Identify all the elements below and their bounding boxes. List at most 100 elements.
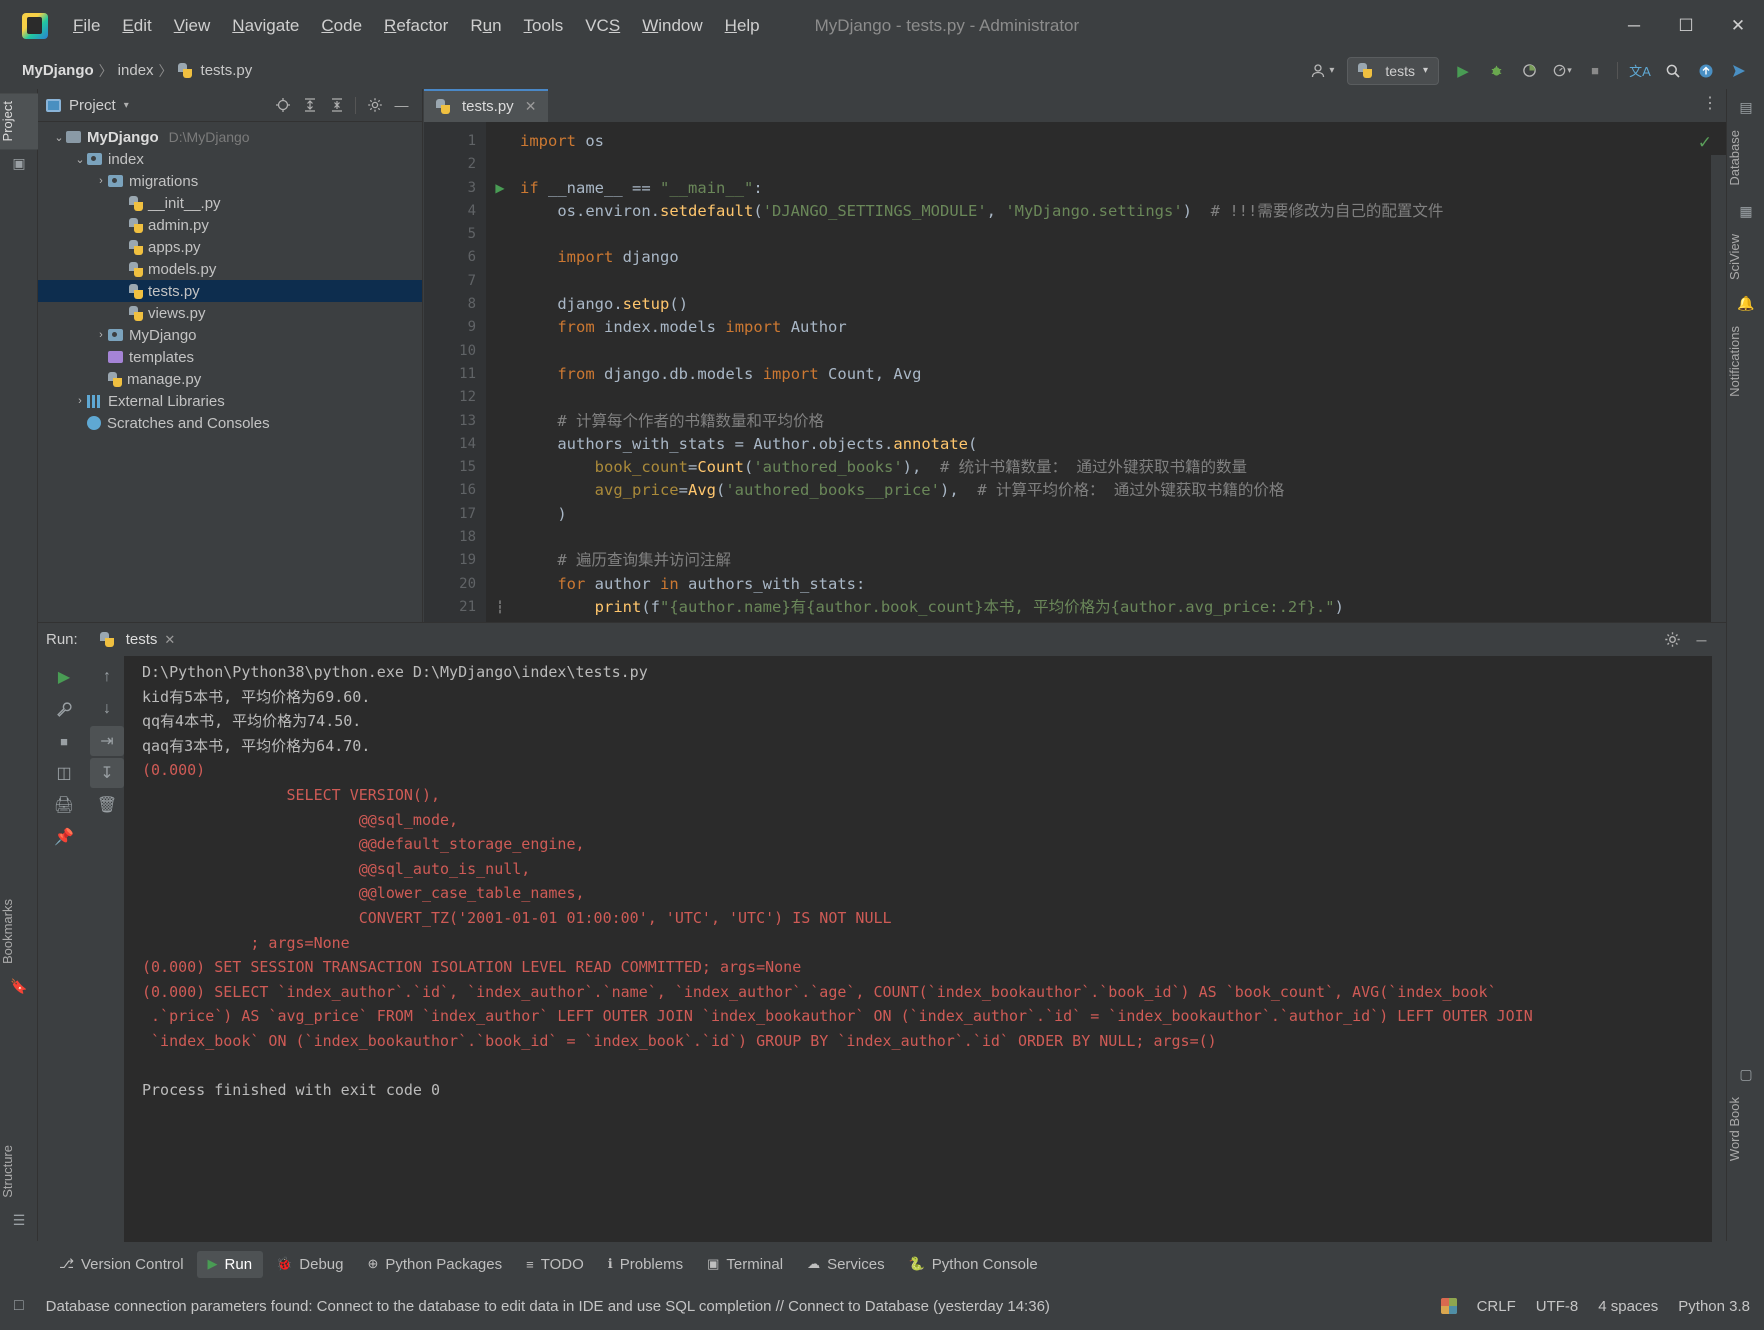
chevron-icon[interactable]: › [94, 329, 108, 341]
bottom-tab-terminal[interactable]: ▣ Terminal [696, 1251, 794, 1278]
scroll-down-icon[interactable]: ↓ [90, 694, 124, 724]
breadcrumb-index[interactable]: index [118, 62, 154, 79]
run-button[interactable]: ▶ [1448, 57, 1478, 85]
collapse-all-icon[interactable] [324, 93, 349, 117]
bottom-tab-debug[interactable]: 🐞 Debug [265, 1251, 354, 1278]
hide-run-panel-icon[interactable]: ─ [1689, 628, 1714, 652]
menu-vcs[interactable]: VCS [574, 12, 631, 40]
run-coverage-button[interactable] [1514, 57, 1544, 85]
bookmark-icon[interactable]: 🔖 [0, 972, 38, 1001]
project-tree[interactable]: ⌄ MyDjango D:\MyDjango ⌄ index › migrations __i… [38, 122, 422, 434]
chevron-icon[interactable]: ⌄ [52, 131, 66, 144]
encoding-status[interactable]: UTF-8 [1536, 1298, 1579, 1315]
run-settings-gear-icon[interactable] [1660, 628, 1685, 652]
scroll-up-icon[interactable]: ↑ [90, 662, 124, 692]
source-code[interactable]: import os if __name__ == "__main__": os.… [514, 122, 1726, 622]
soft-wrap-icon[interactable]: ⇥ [90, 726, 124, 756]
wordbook-icon[interactable]: ▢ [1727, 1060, 1764, 1089]
sciview-icon[interactable]: ▦ [1727, 197, 1764, 226]
trash-icon[interactable]: 🗑 [90, 790, 124, 820]
chevron-icon[interactable]: › [94, 175, 108, 187]
breadcrumb[interactable]: MyDjango 〉 index 〉 tests.py [22, 61, 252, 81]
tree-item-mydjango[interactable]: ⌄ MyDjango D:\MyDjango [38, 126, 422, 148]
maximize-button[interactable]: ☐ [1660, 0, 1712, 52]
chevron-icon[interactable]: ⌄ [73, 153, 87, 166]
line-separator-status[interactable]: CRLF [1477, 1298, 1516, 1315]
stop-button[interactable]: ■ [1580, 57, 1610, 85]
wrench-icon[interactable] [47, 694, 81, 724]
sidebar-item-wordbook[interactable]: Word Book [1727, 1089, 1764, 1169]
update-icon[interactable] [1691, 57, 1721, 85]
scroll-to-end-icon[interactable]: ↧ [90, 758, 124, 788]
tree-item-index[interactable]: ⌄ index [38, 148, 422, 170]
menu-navigate[interactable]: Navigate [221, 12, 310, 40]
menu-window[interactable]: Window [631, 12, 713, 40]
debug-button[interactable] [1481, 57, 1511, 85]
editor-scrollbar[interactable] [1712, 155, 1726, 622]
tree-item-apps-py[interactable]: apps.py [38, 236, 422, 258]
chevron-down-icon[interactable]: ▾ [124, 100, 129, 111]
print-icon[interactable]: 🖨 [47, 790, 81, 820]
settings-gear-icon[interactable] [362, 93, 387, 117]
editor-more-icon[interactable]: ⋮ [1702, 93, 1718, 113]
run-line-gutter-icon[interactable]: ▶ [486, 177, 514, 200]
structure-icon[interactable]: ☰ [0, 1206, 38, 1235]
rerun-icon[interactable]: ▶ [47, 662, 81, 692]
commit-icon[interactable]: ▣ [0, 149, 38, 178]
tree-item-views-py[interactable]: views.py [38, 302, 422, 324]
database-status-icon[interactable] [1440, 1298, 1457, 1314]
run-configuration-selector[interactable]: tests ▾ [1347, 56, 1439, 85]
search-icon[interactable] [1658, 57, 1688, 85]
tree-item-models-py[interactable]: models.py [38, 258, 422, 280]
bottom-tab-version-control[interactable]: ⎇ Version Control [48, 1251, 195, 1278]
tree-item-external-libraries[interactable]: › External Libraries [38, 390, 422, 412]
translate-icon[interactable]: 文A [1625, 57, 1655, 85]
console-scrollbar[interactable] [1712, 656, 1726, 1242]
chevron-icon[interactable]: › [73, 395, 87, 407]
pin-icon[interactable]: 📌 [47, 822, 81, 852]
tree-item-admin-py[interactable]: admin.py [38, 214, 422, 236]
bottom-tab-run[interactable]: ▶ Run [196, 1250, 264, 1278]
sidebar-item-notifications[interactable]: Notifications [1727, 318, 1764, 405]
code-editor[interactable]: 1 2 3 4 5 6 7 8 9 10 11 12 13 14 15 16 17 18 19 20 21 ▶ ┇ imp… [424, 122, 1726, 622]
bottom-tab-python-console[interactable]: 🐍 Python Console [898, 1251, 1049, 1278]
profile-button[interactable]: ▾ [1547, 57, 1577, 85]
menu-run[interactable]: Run [459, 12, 512, 40]
tree-item-migrations[interactable]: › migrations [38, 170, 422, 192]
close-icon[interactable]: ✕ [525, 98, 537, 115]
layout-icon[interactable]: ◫ [47, 758, 81, 788]
inspection-status-icon[interactable]: ✓ [1698, 133, 1712, 153]
notifications-icon[interactable]: 🔔 [1727, 289, 1764, 318]
bottom-tool-window-bar[interactable]: ⎇ Version Control ▶ Run 🐞 Debug ⊕ Python Packag… [0, 1246, 1764, 1282]
run-tab-tests[interactable]: tests ✕ [92, 628, 184, 651]
share-icon[interactable] [1724, 57, 1754, 85]
tree-item-mydjango[interactable]: › MyDjango [38, 324, 422, 346]
event-log-icon[interactable]: □ [14, 1297, 24, 1315]
user-avatar-icon[interactable]: ▾ [1310, 63, 1334, 79]
bottom-tab-problems[interactable]: ℹ Problems [597, 1251, 694, 1278]
tree-item-scratches-and-consoles[interactable]: Scratches and Consoles [38, 412, 422, 434]
interpreter-status[interactable]: Python 3.8 [1678, 1298, 1750, 1315]
editor-tab-tests-py[interactable]: tests.py ✕ [424, 89, 549, 122]
breadcrumb-project[interactable]: MyDjango [22, 62, 94, 79]
tree-item-templates[interactable]: templates [38, 346, 422, 368]
minimize-button[interactable]: ─ [1608, 0, 1660, 52]
main-menu[interactable]: File Edit View Navigate Code Refactor Ru… [62, 12, 771, 40]
console-output[interactable]: D:\Python\Python38\python.exe D:\MyDjang… [124, 656, 1726, 1242]
sidebar-item-structure[interactable]: Structure [0, 1137, 38, 1206]
tree-item-__init__-py[interactable]: __init__.py [38, 192, 422, 214]
database-icon[interactable]: ▤ [1727, 93, 1764, 122]
sidebar-item-project[interactable]: Project [0, 93, 38, 150]
close-button[interactable]: ✕ [1712, 0, 1764, 52]
sidebar-item-bookmarks[interactable]: Bookmarks [0, 891, 38, 972]
bottom-tab-services[interactable]: ☁ Services [796, 1251, 896, 1278]
project-panel-title-group[interactable]: Project ▾ [46, 97, 129, 114]
menu-edit[interactable]: Edit [111, 12, 162, 40]
menu-code[interactable]: Code [310, 12, 373, 40]
menu-file[interactable]: File [62, 12, 111, 40]
menu-tools[interactable]: Tools [513, 12, 575, 40]
expand-all-icon[interactable] [297, 93, 322, 117]
breadcrumb-file[interactable]: tests.py [201, 62, 253, 79]
tree-item-tests-py[interactable]: tests.py [38, 280, 422, 302]
locate-icon[interactable] [270, 93, 295, 117]
